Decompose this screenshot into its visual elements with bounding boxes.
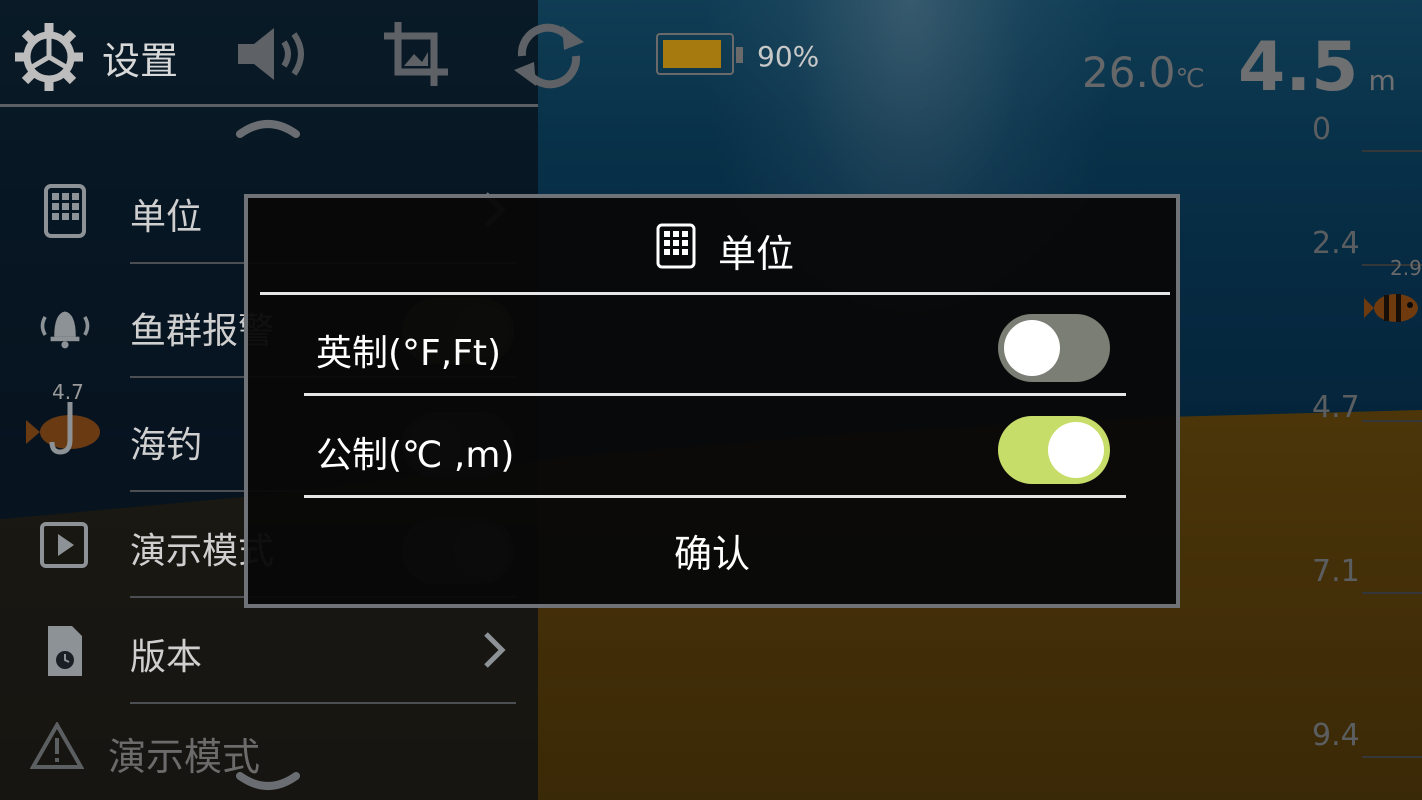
confirm-button[interactable]: 确认 <box>248 504 1176 604</box>
keypad-icon <box>44 184 86 238</box>
play-icon <box>40 522 88 568</box>
divider <box>260 292 1170 295</box>
battery-percent: 90% <box>757 40 820 73</box>
option-metric[interactable]: 公制(℃ ,m) <box>304 398 1126 498</box>
crop-icon[interactable] <box>384 22 448 86</box>
keypad-icon <box>656 223 696 269</box>
metric-toggle[interactable] <box>998 416 1110 484</box>
toggle-knob <box>1048 422 1104 478</box>
warning-icon <box>30 722 84 769</box>
battery-fill <box>663 40 721 68</box>
document-clock-icon <box>48 626 82 676</box>
bell-alarm-icon <box>40 311 90 349</box>
divider <box>304 393 1126 396</box>
speaker-icon[interactable] <box>234 22 314 86</box>
battery-indicator <box>656 33 743 75</box>
chevron-right-icon <box>484 632 506 668</box>
unit-dialog: 单位 英制(°F,Ft) 公制(℃ ,m) 确认 <box>244 194 1180 608</box>
menu-item-label: 版本 <box>130 637 203 678</box>
toggle-knob <box>1004 320 1060 376</box>
scroll-down-chevron-icon[interactable] <box>236 772 300 794</box>
dialog-title: 单位 <box>718 232 795 276</box>
settings-gear-icon[interactable] <box>12 20 86 94</box>
dialog-header: 单位 <box>248 198 1176 294</box>
page-title: 设置 <box>102 39 179 83</box>
option-label: 公制(℃ ,m) <box>316 435 515 476</box>
menu-item-label: 单位 <box>130 197 203 238</box>
divider <box>304 495 1126 498</box>
divider <box>130 702 516 704</box>
sync-icon[interactable] <box>508 20 590 92</box>
scroll-up-chevron-icon[interactable] <box>236 116 300 138</box>
option-imperial[interactable]: 英制(°F,Ft) <box>304 296 1126 396</box>
imperial-toggle[interactable] <box>998 314 1110 382</box>
menu-item-label: 海钓 <box>130 425 203 466</box>
option-label: 英制(°F,Ft) <box>316 333 502 374</box>
